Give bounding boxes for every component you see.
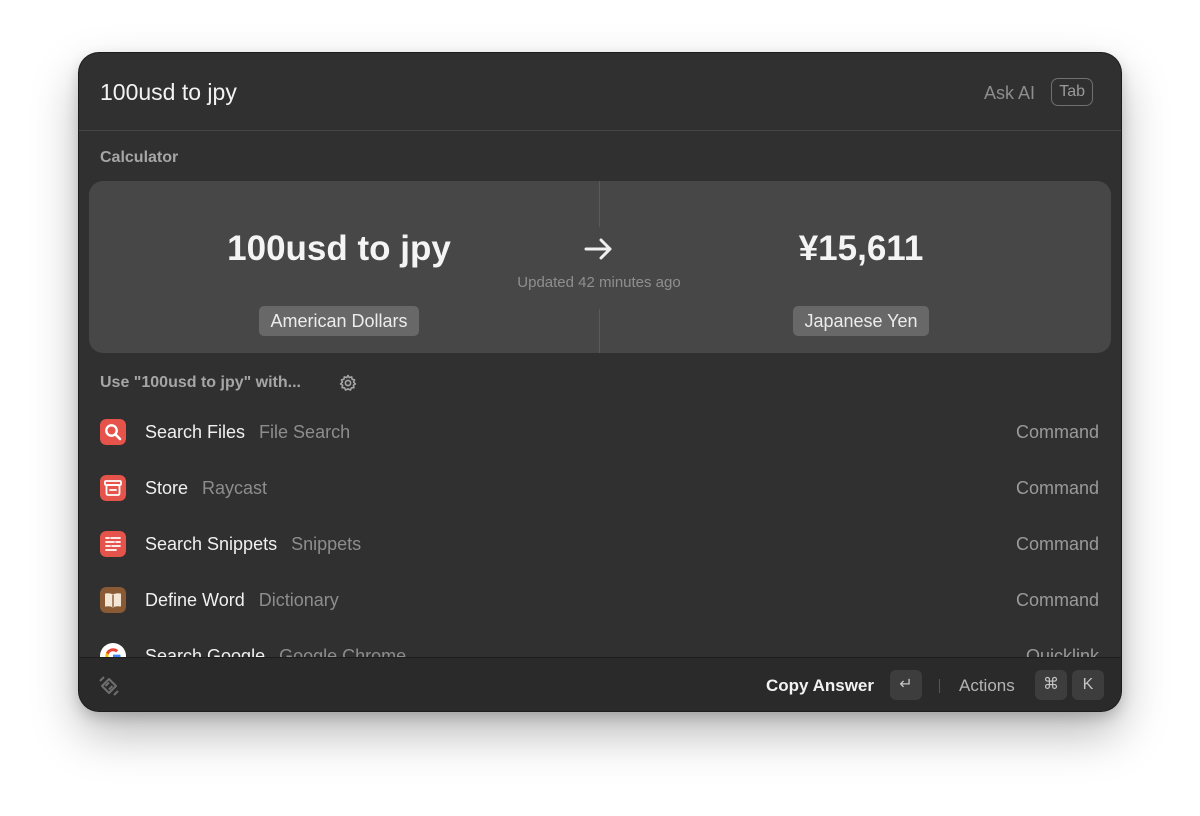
list-item-subtitle: Raycast <box>202 478 268 498</box>
result-unit-badge: Japanese Yen <box>793 306 929 336</box>
list-item-type: Command <box>1015 422 1099 442</box>
list-item-type: Quicklink <box>1025 646 1099 657</box>
list-item-subtitle: File Search <box>259 422 351 442</box>
list-item-store[interactable]: Store Raycast Command <box>79 460 1121 516</box>
book-icon <box>100 587 126 613</box>
list-item-subtitle: Snippets <box>291 534 362 554</box>
raycast-logo-icon[interactable] <box>96 673 122 699</box>
actions-button[interactable]: Actions <box>959 675 1015 697</box>
list-item-define-word[interactable]: Define Word Dictionary Command <box>79 572 1121 628</box>
list-item-type: Command <box>1015 590 1099 610</box>
calculator-input-expression: 100usd to jpy <box>227 229 451 268</box>
list-item-search-snippets[interactable]: Search Snippets Snippets Command <box>79 516 1121 572</box>
input-unit-badge: American Dollars <box>259 306 419 336</box>
action-bar: Copy Answer ↵ Actions ⌘ K <box>79 657 1121 711</box>
calculator-input-side: 100usd to jpy American Dollars <box>89 181 589 353</box>
search-input[interactable]: 100usd to jpy <box>100 77 237 107</box>
calculator-section-title: Calculator <box>100 149 179 166</box>
list-item-type: Command <box>1015 478 1099 498</box>
k-key-hint: K <box>1072 670 1104 700</box>
copy-answer-button[interactable]: Copy Answer <box>766 675 874 697</box>
list-item-search-google[interactable]: Search Google Google Chrome Quicklink <box>79 628 1121 657</box>
ask-ai-button[interactable]: Ask AI <box>984 81 1035 105</box>
calculator-divider <box>599 309 600 353</box>
list-item-search-files[interactable]: Search Files File Search Command <box>79 404 1121 460</box>
list-item-title: Search Snippets <box>145 534 278 554</box>
list-item-title: Store <box>145 478 189 498</box>
store-icon <box>100 475 126 501</box>
magnifier-icon <box>100 419 126 445</box>
list-item-subtitle: Google Chrome <box>279 646 407 657</box>
launcher-window: 100usd to jpy Ask AI Tab Calculator 100u… <box>79 53 1121 711</box>
fallback-section-title: Use "100usd to jpy" with... <box>100 374 301 391</box>
search-bar: 100usd to jpy Ask AI Tab <box>79 53 1121 131</box>
list-item-title: Search Files <box>145 422 246 442</box>
command-key-hint: ⌘ <box>1035 670 1067 700</box>
enter-key-hint: ↵ <box>890 670 922 700</box>
results-list: Search Files File Search Command Store Ray… <box>79 404 1121 657</box>
list-item-subtitle: Dictionary <box>258 590 339 610</box>
calculator-result-card[interactable]: 100usd to jpy American Dollars Updated 4… <box>89 181 1111 353</box>
footer-divider <box>939 679 940 693</box>
tab-key-hint: Tab <box>1051 78 1093 106</box>
list-item-type: Command <box>1015 534 1099 554</box>
google-icon <box>100 643 126 657</box>
list-item-title: Search Google <box>145 646 266 657</box>
gear-icon[interactable] <box>338 373 358 393</box>
list-item-title: Define Word <box>145 590 245 610</box>
calculator-divider <box>599 181 600 227</box>
calculator-result-side: ¥15,611 Japanese Yen <box>611 181 1111 353</box>
snippets-icon <box>100 531 126 557</box>
calculator-result-value: ¥15,611 <box>798 229 924 268</box>
